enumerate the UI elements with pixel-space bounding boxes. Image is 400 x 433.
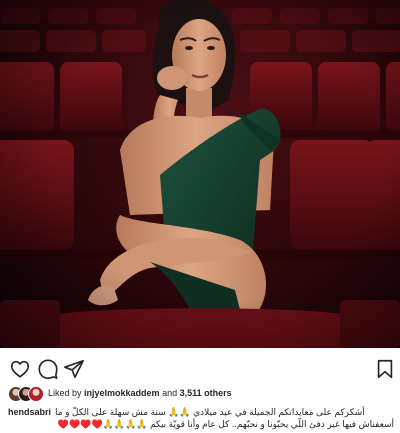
paper-plane-icon[interactable]: [63, 358, 85, 380]
caption-username-link[interactable]: hendsabri: [8, 407, 51, 417]
caption-line-1: hendsabri أشكركم على معايداتكم الجميلة في…: [8, 406, 394, 418]
bookmark-icon[interactable]: [374, 358, 396, 380]
caption-text-line-1: أشكركم على معايداتكم الجميلة في عيد ميلا…: [55, 407, 365, 417]
likes-prefix: Liked by: [48, 388, 85, 398]
post-photo[interactable]: [0, 0, 400, 348]
caption-text-line-2: أسعفناش فيها غير دفئ اللّي يحبّونا و نحب…: [57, 419, 394, 429]
avatar: [28, 386, 44, 402]
post-caption: hendsabri أشكركم على معايداتكم الجميلة في…: [8, 406, 394, 430]
liker-username-link[interactable]: injyelmokkaddem: [84, 388, 160, 398]
likes-count-link[interactable]: 3,511 others: [180, 388, 232, 398]
likes-middle: and: [159, 388, 180, 398]
photo-illustration: [0, 0, 400, 348]
liker-avatars[interactable]: [8, 386, 48, 402]
instagram-post: Liked by injyelmokkaddem and 3,511 other…: [0, 0, 400, 433]
comment-bubble-icon[interactable]: [37, 358, 59, 380]
heart-outline-icon[interactable]: [9, 358, 31, 380]
likes-row: Liked by injyelmokkaddem and 3,511 other…: [8, 386, 392, 404]
likes-summary: Liked by injyelmokkaddem and 3,511 other…: [48, 388, 232, 398]
post-action-bar: [0, 356, 400, 382]
caption-line-2: أسعفناش فيها غير دفئ اللّي يحبّونا و نحب…: [8, 418, 394, 430]
